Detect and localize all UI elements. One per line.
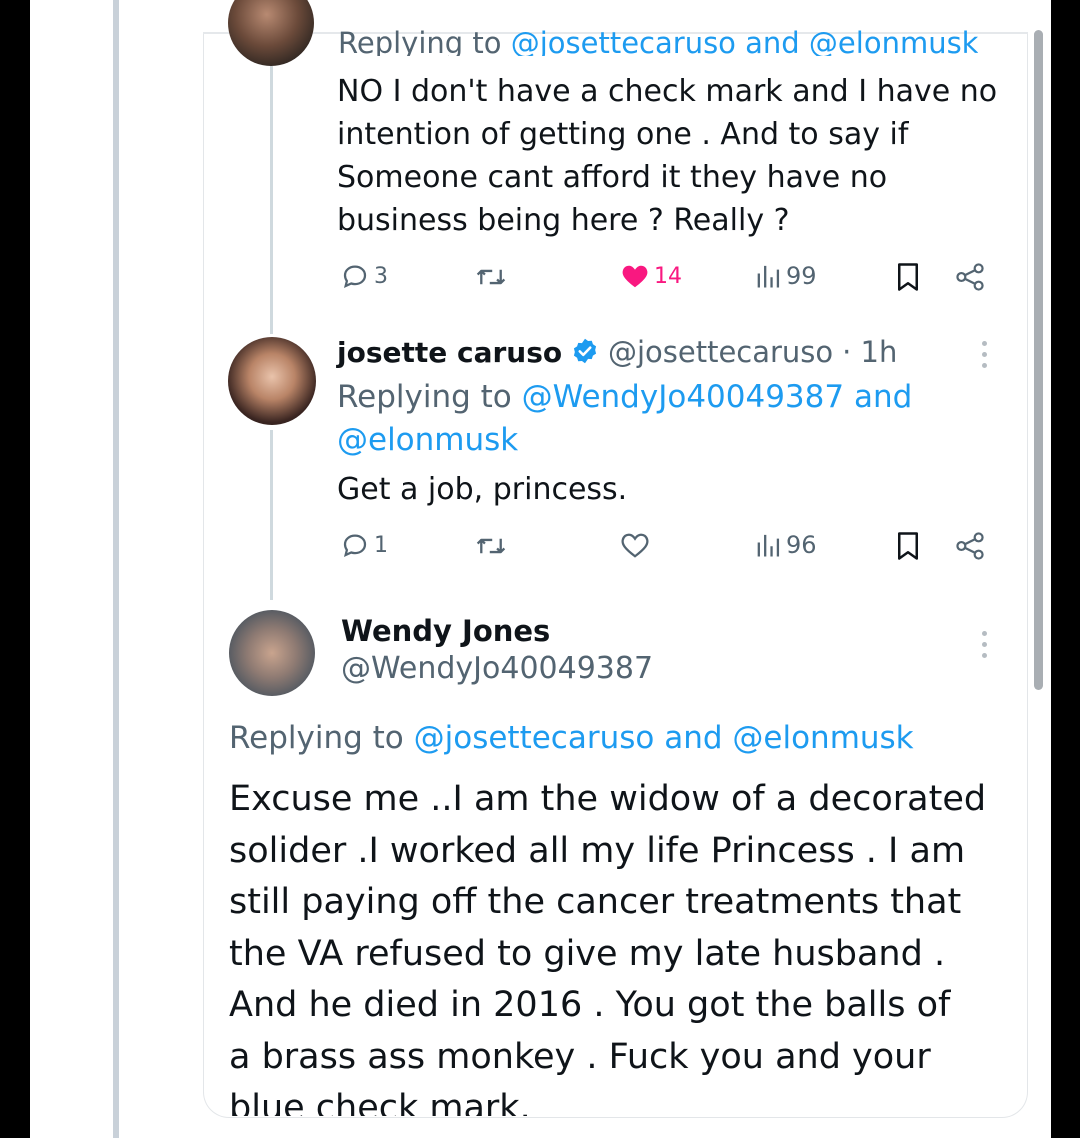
- mention-link[interactable]: @josettecaruso: [414, 720, 655, 756]
- heart-icon: [622, 265, 648, 288]
- replying-and: and: [654, 720, 733, 756]
- retweet-button[interactable]: [474, 263, 508, 291]
- bookmark-icon: [898, 263, 918, 291]
- tweet-text-line: still paying off the cancer treatments t…: [229, 882, 962, 922]
- avatar[interactable]: [228, 337, 316, 425]
- replying-label: Replying to: [229, 720, 414, 756]
- like-button[interactable]: [620, 531, 650, 559]
- tweet-text-line: a brass ass monkey . Fuck you and your: [229, 1036, 931, 1077]
- scrollbar[interactable]: [1034, 30, 1043, 690]
- replying-and: and: [735, 26, 809, 56]
- page-edge-line: [113, 0, 119, 1138]
- reply-button[interactable]: 3: [340, 262, 388, 290]
- replying-to: Replying to @WendyJo40049387 and @elonmu…: [337, 376, 912, 462]
- view-count: 96: [786, 531, 817, 559]
- replying-to: Replying to @josettecaruso and @elonmusk: [338, 26, 978, 56]
- retweet-button[interactable]: [474, 532, 508, 560]
- more-vertical-icon[interactable]: [981, 631, 987, 664]
- more-vertical-icon[interactable]: [981, 341, 987, 374]
- bar-chart-icon: [757, 534, 780, 557]
- tweet-text-line: blue check mark.: [229, 1088, 531, 1116]
- comment-bubble-icon: [343, 265, 367, 288]
- bookmark-button[interactable]: [896, 262, 920, 292]
- mention-link[interactable]: @josettecaruso: [511, 26, 736, 56]
- bookmark-icon: [898, 532, 918, 560]
- like-count: 14: [654, 263, 682, 289]
- views-button[interactable]: 99: [756, 262, 817, 290]
- retweet-icon: [476, 269, 506, 285]
- thread-connector: [270, 66, 273, 334]
- tweet-body: Get a job, princess.: [337, 472, 628, 507]
- reply-count: 1: [374, 532, 388, 558]
- tweet-text-line: solider .I worked all my life Princess .…: [229, 830, 966, 871]
- heart-icon: [621, 533, 649, 558]
- mention-link[interactable]: @elonmusk: [809, 26, 979, 56]
- retweet-icon: [476, 538, 506, 554]
- tweet-text-line: the VA refused to give my late husband .: [229, 933, 946, 974]
- replying-and: and: [844, 379, 913, 415]
- avatar[interactable]: [229, 610, 315, 696]
- user-handle[interactable]: @WendyJo40049387: [341, 651, 653, 687]
- like-button[interactable]: 14: [620, 262, 682, 290]
- bar-chart-icon: [757, 265, 780, 288]
- tweet-text-line: intention of getting one . And to say if: [337, 117, 909, 152]
- display-name[interactable]: josette caruso: [337, 336, 562, 369]
- share-icon: [956, 532, 984, 560]
- share-button[interactable]: [954, 262, 986, 292]
- tweet-text-line: NO I don't have a check mark and I have …: [337, 74, 998, 109]
- views-button[interactable]: 96: [756, 531, 817, 559]
- tweet-text-line: business being here ? Really ?: [337, 203, 790, 238]
- tweet-text-line: And he died in 2016 . You got the balls …: [229, 985, 951, 1025]
- replying-label: Replying to: [338, 26, 511, 56]
- tweet-text-line: Someone cant afford it they have no: [337, 160, 888, 195]
- share-icon: [956, 263, 984, 291]
- tweet-header: josette caruso @josettecaruso · 1h: [337, 334, 897, 371]
- reply-count: 3: [374, 263, 388, 289]
- bookmark-button[interactable]: [896, 531, 920, 561]
- tweet-text-line: Excuse me ..I am the widow of a decorate…: [229, 779, 987, 819]
- view-count: 99: [786, 262, 817, 290]
- share-button[interactable]: [954, 531, 986, 561]
- replying-label: Replying to: [337, 379, 522, 415]
- tweet-time[interactable]: · 1h: [842, 335, 897, 369]
- replying-to: Replying to @josettecaruso and @elonmusk: [229, 718, 914, 758]
- tweet-body: NO I don't have a check mark and I have …: [337, 70, 997, 242]
- tweet-body: Excuse me ..I am the widow of a decorate…: [229, 774, 986, 1116]
- user-handle[interactable]: @josettecaruso: [608, 335, 833, 369]
- thread-connector: [270, 430, 273, 600]
- mention-link[interactable]: @elonmusk: [732, 720, 913, 756]
- comment-bubble-icon: [343, 534, 367, 557]
- mention-link[interactable]: @elonmusk: [337, 422, 518, 458]
- verified-badge-icon: [573, 338, 597, 364]
- reply-button[interactable]: 1: [340, 531, 388, 559]
- display-name[interactable]: Wendy Jones: [341, 613, 550, 649]
- mention-link[interactable]: @WendyJo40049387: [522, 379, 844, 415]
